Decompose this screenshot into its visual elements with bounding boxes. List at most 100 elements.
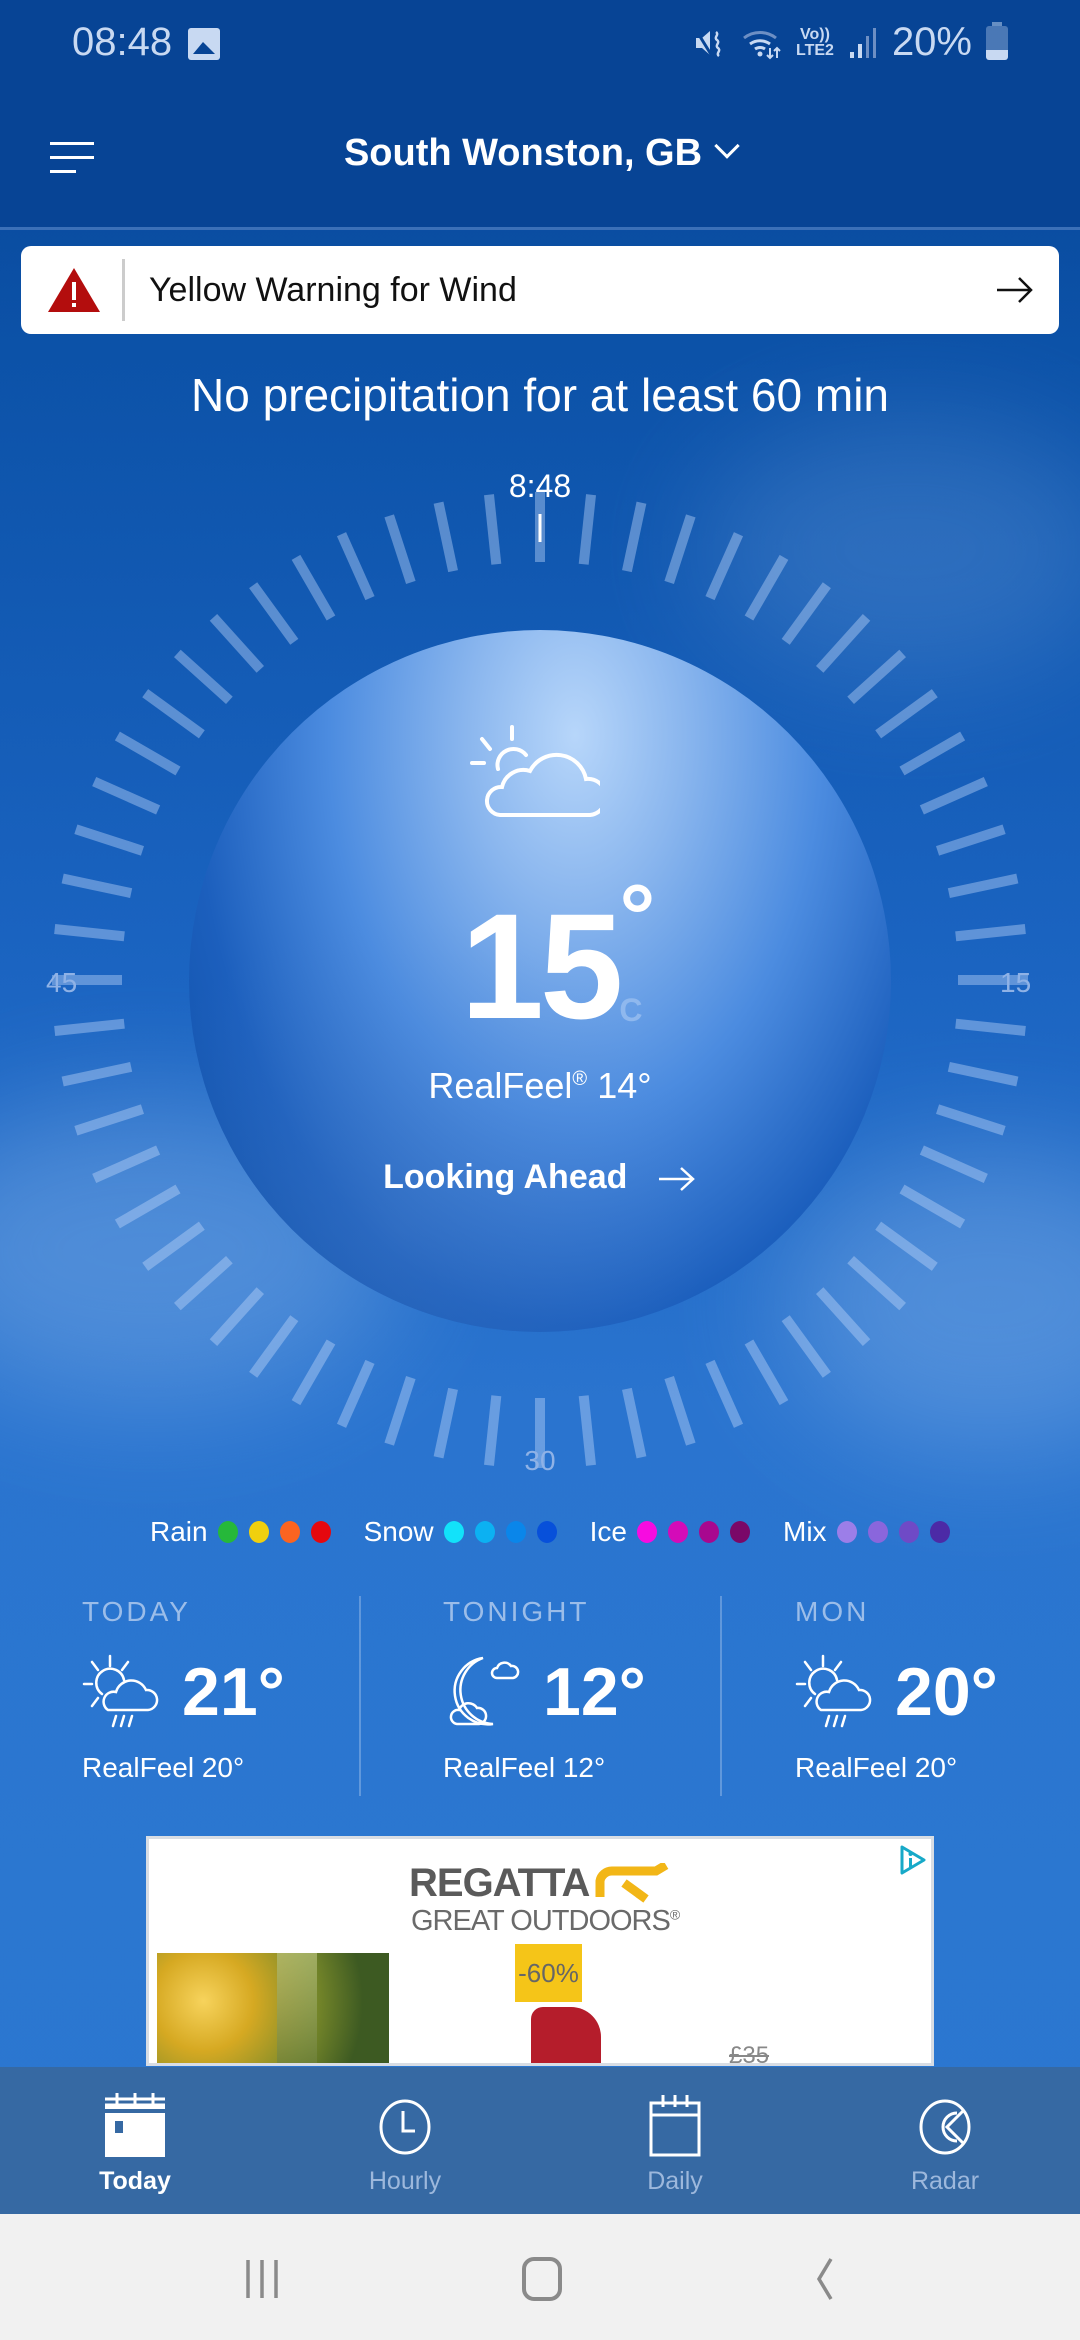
signal-icon — [849, 27, 876, 58]
radar-icon — [919, 2099, 971, 2155]
forecast-title: MON — [795, 1596, 870, 1627]
dial-tick — [484, 494, 502, 565]
system-navigation-bar — [0, 2214, 1080, 2340]
dial-tick — [249, 582, 299, 645]
legend-color-dot — [867, 1521, 888, 1543]
dial-tick — [935, 824, 1006, 856]
back-button[interactable] — [795, 2254, 855, 2304]
battery-charging-icon — [986, 21, 1008, 60]
dial-tick — [92, 776, 161, 815]
dial-tick — [705, 532, 744, 601]
warning-triangle-icon — [48, 268, 100, 312]
ad-discount-badge: -60% — [515, 1944, 582, 2002]
dial-tick — [74, 1104, 145, 1136]
legend-color-dot — [929, 1521, 950, 1543]
legend-label: Snow — [363, 1516, 434, 1547]
tab-daily[interactable]: Daily — [540, 2067, 810, 2214]
forecast-mon[interactable]: MON 20° RealFeel 20° — [795, 1596, 998, 1796]
chevron-down-icon — [714, 133, 740, 159]
legend-color-dot — [898, 1521, 919, 1543]
dial-tick — [815, 1287, 871, 1347]
calendar-icon — [649, 2095, 701, 2157]
forecast-divider — [359, 1596, 361, 1796]
dial-tick — [384, 514, 416, 585]
forecast-tonight[interactable]: TONIGHT 12° RealFeel 12° — [443, 1596, 646, 1796]
dial-tick — [744, 554, 789, 621]
forecast-today[interactable]: TODAY 21° RealFeel 20° — [82, 1596, 285, 1796]
legend-group-mix: Mix — [783, 1516, 961, 1548]
forecast-title: TONIGHT — [443, 1596, 590, 1627]
legend-group-snow: Snow — [364, 1516, 568, 1548]
looking-ahead-link[interactable]: Looking Ahead — [0, 1158, 1080, 1197]
dial-label-30: 30 — [524, 1445, 556, 1476]
arrow-right-icon — [658, 1167, 695, 1191]
location-selector[interactable]: South Wonston, GB — [0, 132, 1080, 175]
tab-label: Daily — [647, 2167, 703, 2195]
recents-button[interactable] — [232, 2254, 292, 2304]
tab-label: Today — [99, 2167, 171, 2195]
tab-label: Hourly — [368, 2167, 442, 2195]
dial-tick — [815, 613, 871, 673]
tab-label: Radar — [910, 2167, 980, 2195]
legend-group-rain: Rain — [150, 1516, 342, 1548]
ad-choices-icon[interactable] — [899, 1844, 927, 1876]
alert-divider — [122, 259, 125, 321]
dial-tick — [384, 1375, 416, 1446]
dial-tick — [935, 1104, 1006, 1136]
legend-color-dot — [443, 1521, 464, 1543]
forecast-temperature: 12° — [543, 1654, 646, 1730]
ad-image-boot — [531, 2007, 601, 2063]
app-bar: South Wonston, GB — [0, 90, 1080, 230]
dial-tick — [705, 1359, 744, 1428]
dial-tick — [173, 649, 233, 705]
legend-color-dot — [699, 1521, 719, 1543]
legend-label: Mix — [783, 1516, 827, 1547]
status-bar: 08:48 Vo)) LTE2 20% — [0, 0, 1080, 90]
calendar-today-icon — [105, 2093, 165, 2157]
tab-today[interactable]: Today — [0, 2067, 270, 2214]
ad-brand-logo — [595, 1863, 669, 1903]
alert-text: Yellow Warning for Wind — [149, 270, 517, 309]
dial-tick — [622, 501, 647, 573]
dial-tick — [847, 649, 907, 705]
dial-current-time: 8:48 — [508, 468, 572, 504]
precipitation-summary: No precipitation for at least 60 min — [190, 369, 890, 421]
ad-brand-name: REGATTA — [409, 1861, 590, 1905]
forecast-title: TODAY — [82, 1596, 191, 1627]
forecast-realfeel: RealFeel 20° — [795, 1752, 958, 1783]
location-name: South Wonston, GB — [343, 132, 703, 174]
weather-alert-banner[interactable]: Yellow Warning for Wind — [21, 246, 1059, 334]
dial-tick — [664, 1375, 696, 1446]
forecast-row: 12° — [443, 1652, 646, 1732]
ad-brand-tagline: GREAT OUTDOORS® — [411, 1905, 680, 1937]
forecast-row: 20° — [795, 1652, 998, 1732]
dial-tick — [875, 689, 938, 739]
forecast-divider — [720, 1596, 722, 1796]
gallery-icon — [188, 28, 220, 60]
dial-tick — [209, 1287, 265, 1347]
wifi-icon — [743, 30, 781, 59]
forecast-temperature: 20° — [895, 1654, 998, 1730]
dial-tick — [142, 1221, 205, 1271]
degree-symbol: ° — [619, 867, 655, 967]
precipitation-legend: Rain Snow Ice Mix — [150, 1516, 983, 1548]
bottom-tab-bar: Today Hourly Daily Radar — [0, 2067, 1080, 2214]
forecast-realfeel: RealFeel 20° — [82, 1752, 245, 1783]
legend-label: Ice — [589, 1516, 627, 1547]
tab-radar[interactable]: Radar — [810, 2067, 1080, 2214]
home-button[interactable] — [512, 2254, 572, 2304]
forecast-summary: TODAY 21° RealFeel 20° TONIGHT 12° RealFeel 1… — [0, 1596, 1080, 1796]
dial-tick — [781, 1315, 831, 1378]
legend-label: Rain — [150, 1516, 208, 1547]
forecast-temperature: 21° — [182, 1654, 285, 1730]
temperature-unit: C — [619, 992, 642, 1028]
network-type: Vo)) LTE2 — [796, 25, 834, 59]
tab-hourly[interactable]: Hourly — [270, 2067, 540, 2214]
dial-tick — [173, 1255, 233, 1311]
legend-color-dot — [248, 1521, 269, 1543]
legend-color-dot — [217, 1521, 238, 1543]
dial-tick — [578, 494, 596, 565]
legend-group-ice: Ice — [590, 1516, 761, 1548]
legend-color-dot — [279, 1521, 300, 1543]
advertisement-banner[interactable]: REGATTA GREAT OUTDOORS® -60% £35 — [146, 1836, 934, 2066]
